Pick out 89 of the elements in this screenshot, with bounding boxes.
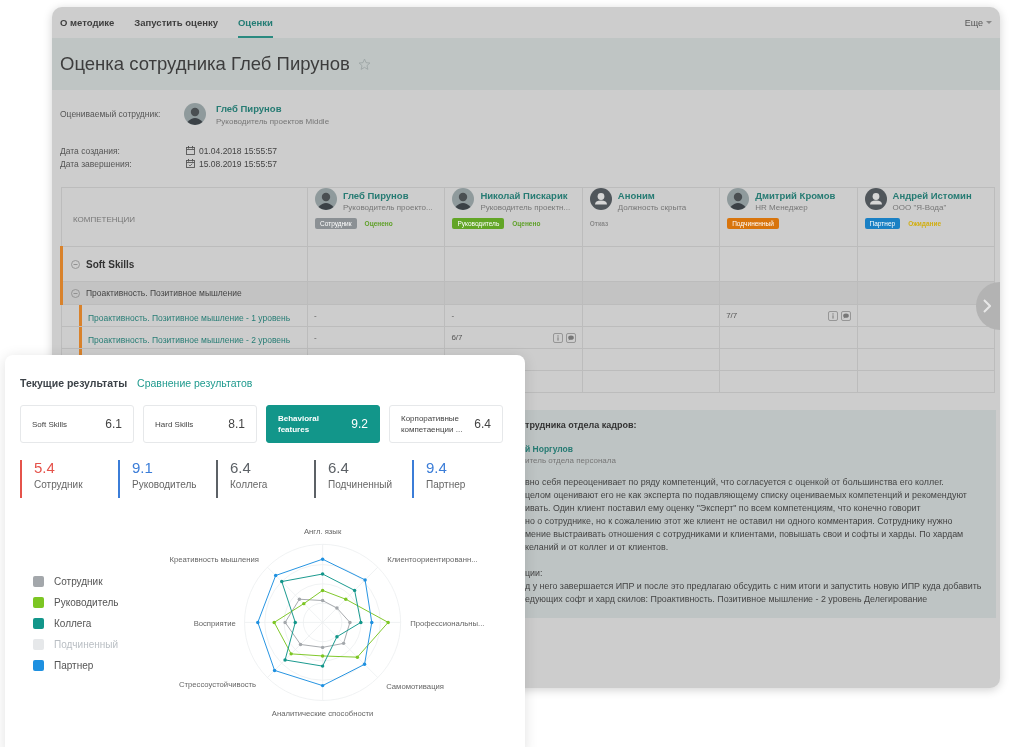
comment-line: ивать. Один клиент поставил ему оценку "Эксперт" по всем компетенциям, что конечно говорит (525, 502, 921, 515)
comment-line: целом оценивают его не как эксперта по подавляющему списку оцениваемых компетенций и рекомендуют (525, 489, 967, 502)
legend-label[interactable]: Партнер (54, 660, 94, 671)
date-value: 01.04.2018 15:55:57 (199, 145, 277, 156)
score-label: Коллега (230, 479, 268, 490)
info-icon[interactable] (552, 332, 563, 343)
author-name[interactable]: й Норгулов (525, 444, 573, 454)
comment-line: едующих софт и хард скилов: Проактивность. Позитивное мышление - 2 уровень Делегирование (525, 593, 928, 606)
axis-label: Самомотивация (386, 681, 445, 691)
score-text: 6/7 (451, 333, 463, 342)
comment-icon[interactable] (565, 332, 576, 343)
chevron-right-icon (983, 299, 991, 313)
score-value: 9.4 (426, 460, 448, 476)
participant-name[interactable]: Николай Пискарик (480, 190, 571, 201)
participant-role: Руководитель проекто... (343, 203, 433, 212)
tab[interactable]: Текущие результаты (20, 377, 128, 389)
axis-label: Стрессоустойчивость (179, 679, 257, 689)
field-label: Дата завершения: (60, 158, 133, 169)
participant-name[interactable]: Аноним (617, 190, 687, 201)
column-header: КОМПЕТЕНЦИИ (72, 215, 135, 224)
score-label: Сотрудник (34, 479, 83, 490)
category-score: 8.1 (228, 417, 245, 431)
score-text: - (314, 333, 317, 342)
comment-line: мение выстраивать отношения с сотрудниками и клиентами, повышать свои и софты и харды. По хардам (525, 528, 964, 541)
participant-name[interactable]: Глеб Пирунов (343, 190, 433, 201)
legend-label[interactable]: Подчиненный (54, 639, 119, 650)
field-label: Дата создания: (60, 145, 121, 156)
score-label: Подчиненный (328, 479, 393, 490)
subgroup-label: Проактивность. Позитивное мышление (86, 288, 242, 298)
score-value: 6.4 (328, 460, 350, 476)
comment-line: д у него завершается ИПР и после это предлагаю обсудить с ним итоги и запустить новую ИПР куда добавить (525, 580, 982, 593)
category-score: 6.4 (474, 417, 491, 431)
participant-role: Руководитель проектн... (480, 203, 571, 212)
employee-role: Руководитель проектов Middle (216, 116, 330, 126)
participant-role: ООО "Я-Вода" (892, 203, 948, 212)
field-label: Оцениваемый сотрудник: (60, 109, 162, 119)
tab[interactable]: О методике (60, 7, 115, 38)
group-label: Soft Skills (86, 258, 135, 270)
category-label: Hard Skills (155, 418, 194, 430)
score-value: 5.4 (34, 460, 56, 476)
legend-label[interactable]: Сотрудник (54, 576, 103, 587)
score-label: Руководитель (132, 479, 197, 490)
category-score: 6.1 (105, 417, 122, 431)
tab[interactable]: Запустить оценку (134, 7, 218, 38)
category-tile[interactable]: Behavioral features 9.2 (266, 405, 380, 443)
participant-name[interactable]: Дмитрий Кромов (755, 190, 836, 201)
employee-name[interactable]: Глеб Пирунов (216, 102, 330, 114)
comment-icon[interactable] (840, 310, 851, 321)
comment-line: келаний и от коллег и от клиентов. (525, 541, 669, 554)
participant-role: Должность скрыта (617, 203, 687, 212)
score-text: 7/7 (726, 311, 738, 320)
participant-name[interactable]: Андрей Истомин (892, 190, 972, 201)
date-value: 15.08.2019 15:55:57 (199, 158, 277, 169)
category-score: 9.2 (351, 417, 368, 431)
legend-label[interactable]: Коллега (54, 618, 92, 629)
category-tile[interactable]: Soft Skills 6.1 (20, 405, 134, 443)
collapse-icon[interactable] (71, 288, 80, 298)
axis-label: Восприятие (194, 619, 237, 629)
comment-subheading: ции: (525, 567, 543, 580)
participant-role: HR Менеджер (755, 203, 809, 212)
comment-line: вно себя переоценивает по ряду компетенций, что согласуется с оценкой от большинства его коллег. (525, 476, 944, 489)
category-tile[interactable]: Hard Skills 8.1 (143, 405, 257, 443)
calendar-icon (186, 146, 195, 155)
score-label: Партнер (426, 479, 466, 490)
category-tile[interactable]: Корпоративные компетаенции ... 6.4 (389, 405, 503, 443)
category-label: Soft Skills (32, 418, 68, 430)
axis-label: Англ. язык (304, 526, 342, 536)
axis-label: Аналитические способности (272, 708, 374, 718)
info-icon[interactable] (827, 310, 838, 321)
comment-line: но о сотруднике, но к сожалению этот же клиент не оставил ни одного комментария. Сотруднику нужно (525, 515, 953, 528)
caret-icon (986, 20, 992, 25)
score-text: - (451, 311, 455, 320)
star-icon[interactable] (357, 57, 371, 71)
category-label: Behavioral features (278, 413, 320, 435)
axis-label: Креативность мышления (169, 554, 260, 564)
score-text: - (314, 311, 317, 320)
axis-label: Профессиональны... (410, 619, 485, 629)
legend-label[interactable]: Руководитель (54, 597, 119, 608)
comment-heading: трудника отдела кадров: (525, 420, 637, 430)
axis-label: Клиентоориентированн... (387, 554, 478, 564)
page-title: Оценка сотрудника Глеб Пирунов (60, 53, 350, 75)
tab[interactable]: Сравнение результатов (137, 377, 253, 389)
collapse-icon[interactable] (71, 259, 80, 269)
more-menu[interactable]: Еще (964, 17, 992, 28)
author-role: итель отдела персонала (525, 456, 616, 465)
score-value: 9.1 (132, 460, 154, 476)
category-label: Корпоративные компетаенции ... (401, 413, 464, 435)
calendar-check-icon (186, 159, 195, 168)
score-value: 6.4 (230, 460, 252, 476)
